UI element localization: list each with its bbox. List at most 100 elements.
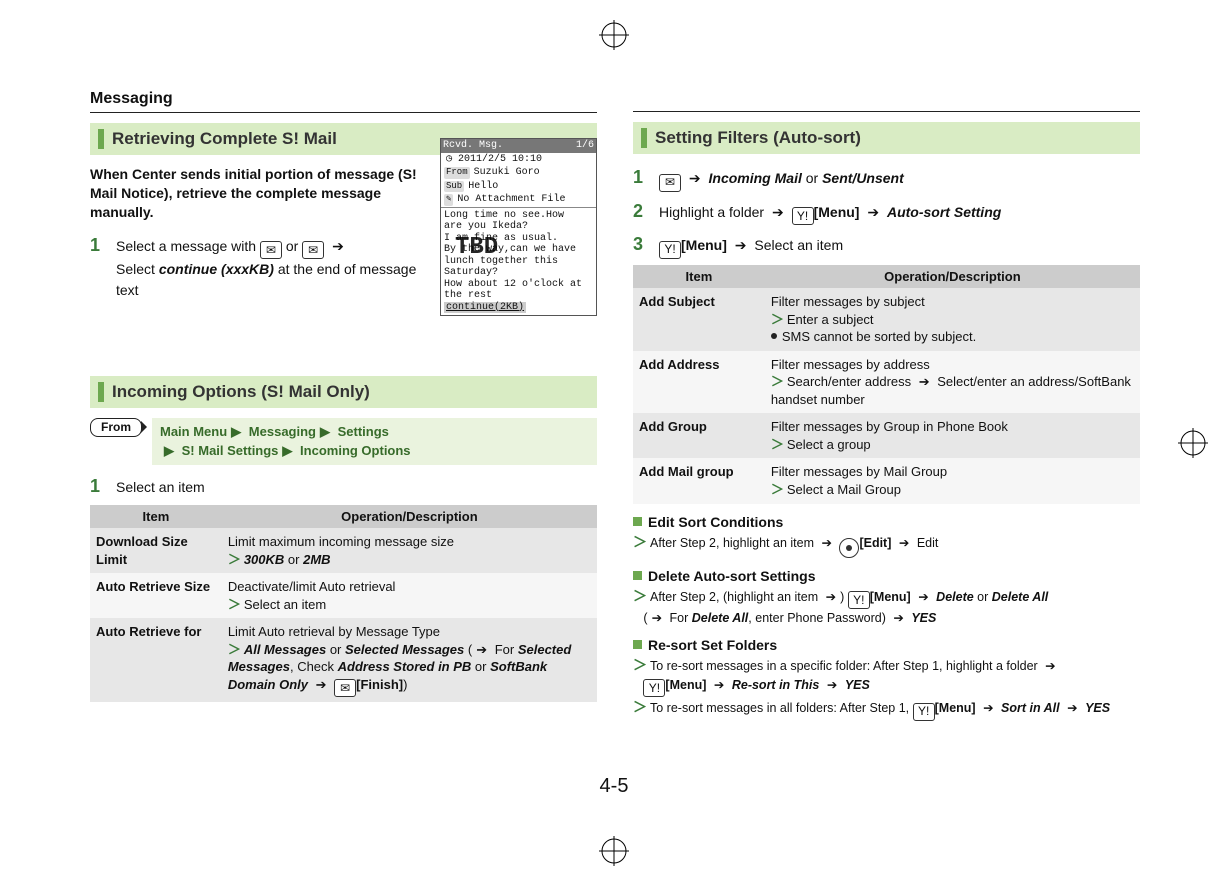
txt: Deactivate/limit Auto retrieval <box>228 579 396 594</box>
subheading-label: Delete Auto-sort Settings <box>648 568 816 584</box>
step-3-filters: 3 Y![Menu] ➔ Select an item <box>633 231 1140 259</box>
path-part: Main Menu <box>160 424 227 439</box>
center-key-icon <box>839 538 859 558</box>
accent-bar <box>641 128 647 148</box>
mail-cloud-icon: ✉ <box>302 241 324 259</box>
step-body: Select a message with ✉ or ✉ ➔ Select co… <box>116 236 426 300</box>
opt: YES <box>845 678 870 692</box>
th-desc: Operation/Description <box>222 505 597 528</box>
key-label: [Menu] <box>665 678 706 692</box>
chevron-icon: ＞ <box>771 482 784 497</box>
arrow-icon: ➔ <box>899 536 909 550</box>
txt: To re-sort messages in a specific folder… <box>650 659 1041 673</box>
continue-link: continue(2KB) <box>444 302 526 314</box>
txt: Select a group <box>787 437 871 452</box>
table-row: Add Address Filter messages by address ＞… <box>633 351 1140 414</box>
txt: For <box>491 642 518 657</box>
arrow-icon: ➔ <box>827 678 837 692</box>
crop-mark-top <box>599 20 629 50</box>
chevron-icon: ＞ <box>771 312 784 327</box>
triangle-icon: ▶ <box>282 443 292 458</box>
sub-line: ＞After Step 2, (highlight an item ➔) Y![… <box>633 586 1140 628</box>
arrow-icon: ➔ <box>316 677 327 692</box>
bl: Saturday? <box>444 267 593 279</box>
bl: are you Ikeda? <box>444 221 593 233</box>
from-path: Main Menu▶ Messaging▶ Settings ▶ S! Mail… <box>152 418 597 465</box>
incoming-options-table: Item Operation/Description Download Size… <box>90 505 597 702</box>
triangle-icon: ▶ <box>320 424 330 439</box>
opt: Re-sort in This <box>732 678 820 692</box>
from-navigation: From Main Menu▶ Messaging▶ Settings ▶ S!… <box>90 418 597 465</box>
arrow-icon: ➔ <box>735 237 747 253</box>
phone-body: Long time no see.How are you Ikeda? I am… <box>441 208 596 316</box>
rule <box>633 111 1140 112</box>
phone-date-row: ◷2011/2/5 10:10 <box>441 153 596 167</box>
att-tag: ✎ <box>444 194 453 206</box>
step-number: 1 <box>90 232 106 258</box>
opt: YES <box>1085 701 1110 715</box>
lead-text: When Center sends initial portion of mes… <box>90 165 420 222</box>
cell-desc: Limit Auto retrieval by Message Type ＞Al… <box>222 618 597 702</box>
opt: Sort in All <box>1001 701 1060 715</box>
phone-page: 1/6 <box>576 140 594 152</box>
chevron-icon: ＞ <box>633 588 647 604</box>
y-key-icon: Y! <box>643 679 665 697</box>
filters-table: Item Operation/Description Add Subject F… <box>633 265 1140 503</box>
phone-from-row: From Suzuki Goro <box>441 166 596 180</box>
step-1-filters: 1 ✉ ➔ Incoming Mail or Sent/Unsent <box>633 164 1140 192</box>
accent-bar <box>98 382 104 402</box>
table-row: Add Group Filter messages by Group in Ph… <box>633 413 1140 458</box>
subheading-edit: Edit Sort Conditions <box>633 514 1140 530</box>
mail-key-icon: ✉ <box>659 174 681 192</box>
bl: How about 12 o'clock at <box>444 279 593 291</box>
txt: , enter Phone Password) <box>748 611 889 625</box>
path-part: S! Mail Settings <box>182 443 279 458</box>
page-number: 4-5 <box>600 775 629 798</box>
txt: or <box>326 642 345 657</box>
page: Messaging Retrieving Complete S! Mail Wh… <box>0 0 1228 886</box>
triangle-icon: ▶ <box>231 424 241 439</box>
chevron-icon: ＞ <box>228 642 241 657</box>
opt: 2MB <box>303 552 330 567</box>
from-tag: From <box>444 167 470 179</box>
subheading-delete: Delete Auto-sort Settings <box>633 568 1140 584</box>
step-number: 1 <box>633 164 649 190</box>
th-item: Item <box>90 505 222 528</box>
txt: Select an item <box>754 237 843 253</box>
step-body: Y![Menu] ➔ Select an item <box>659 235 1140 259</box>
key-label: [Finish] <box>356 677 403 692</box>
cell-item: Add Subject <box>633 288 765 351</box>
txt: or <box>974 590 992 604</box>
cell-desc: Limit maximum incoming message size ＞300… <box>222 528 597 573</box>
arrow-icon: ➔ <box>1067 701 1077 715</box>
txt: ) <box>403 677 407 692</box>
subheading-resort: Re-sort Set Folders <box>633 637 1140 653</box>
cell-item: Add Group <box>633 413 765 458</box>
phone-sub-row: SubHello <box>441 180 596 194</box>
step-number: 2 <box>633 198 649 224</box>
txt: Select a message with <box>116 238 260 254</box>
table-row: Download Size Limit Limit maximum incomi… <box>90 528 597 573</box>
th-item: Item <box>633 265 765 288</box>
txt: Edit <box>913 536 938 550</box>
chevron-icon: ＞ <box>633 534 647 550</box>
txt: , Check <box>290 659 338 674</box>
right-column: Setting Filters (Auto-sort) 1 ✉ ➔ Incomi… <box>633 90 1140 810</box>
txt: Filter messages by Mail Group <box>771 464 947 479</box>
txt: or <box>806 170 822 186</box>
step-body: ✉ ➔ Incoming Mail or Sent/Unsent <box>659 168 1140 192</box>
section-title: Incoming Options (S! Mail Only) <box>112 382 370 402</box>
section-title: Retrieving Complete S! Mail <box>112 129 337 149</box>
section-title: Setting Filters (Auto-sort) <box>655 128 861 148</box>
y-key-icon: Y! <box>659 241 681 259</box>
cell-desc: Filter messages by Mail Group ＞Select a … <box>765 458 1140 503</box>
key-label: [Menu] <box>870 590 911 604</box>
txt: Highlight a folder <box>659 204 768 220</box>
txt: Limit maximum incoming message size <box>228 534 454 549</box>
arrow-icon: ➔ <box>1045 659 1055 673</box>
arrow-icon: ➔ <box>689 170 701 186</box>
arrow-icon: ➔ <box>332 238 344 254</box>
phone-attachment: No Attachment File <box>457 194 565 206</box>
txt: Select a Mail Group <box>787 482 901 497</box>
phone-from: Suzuki Goro <box>474 167 540 179</box>
